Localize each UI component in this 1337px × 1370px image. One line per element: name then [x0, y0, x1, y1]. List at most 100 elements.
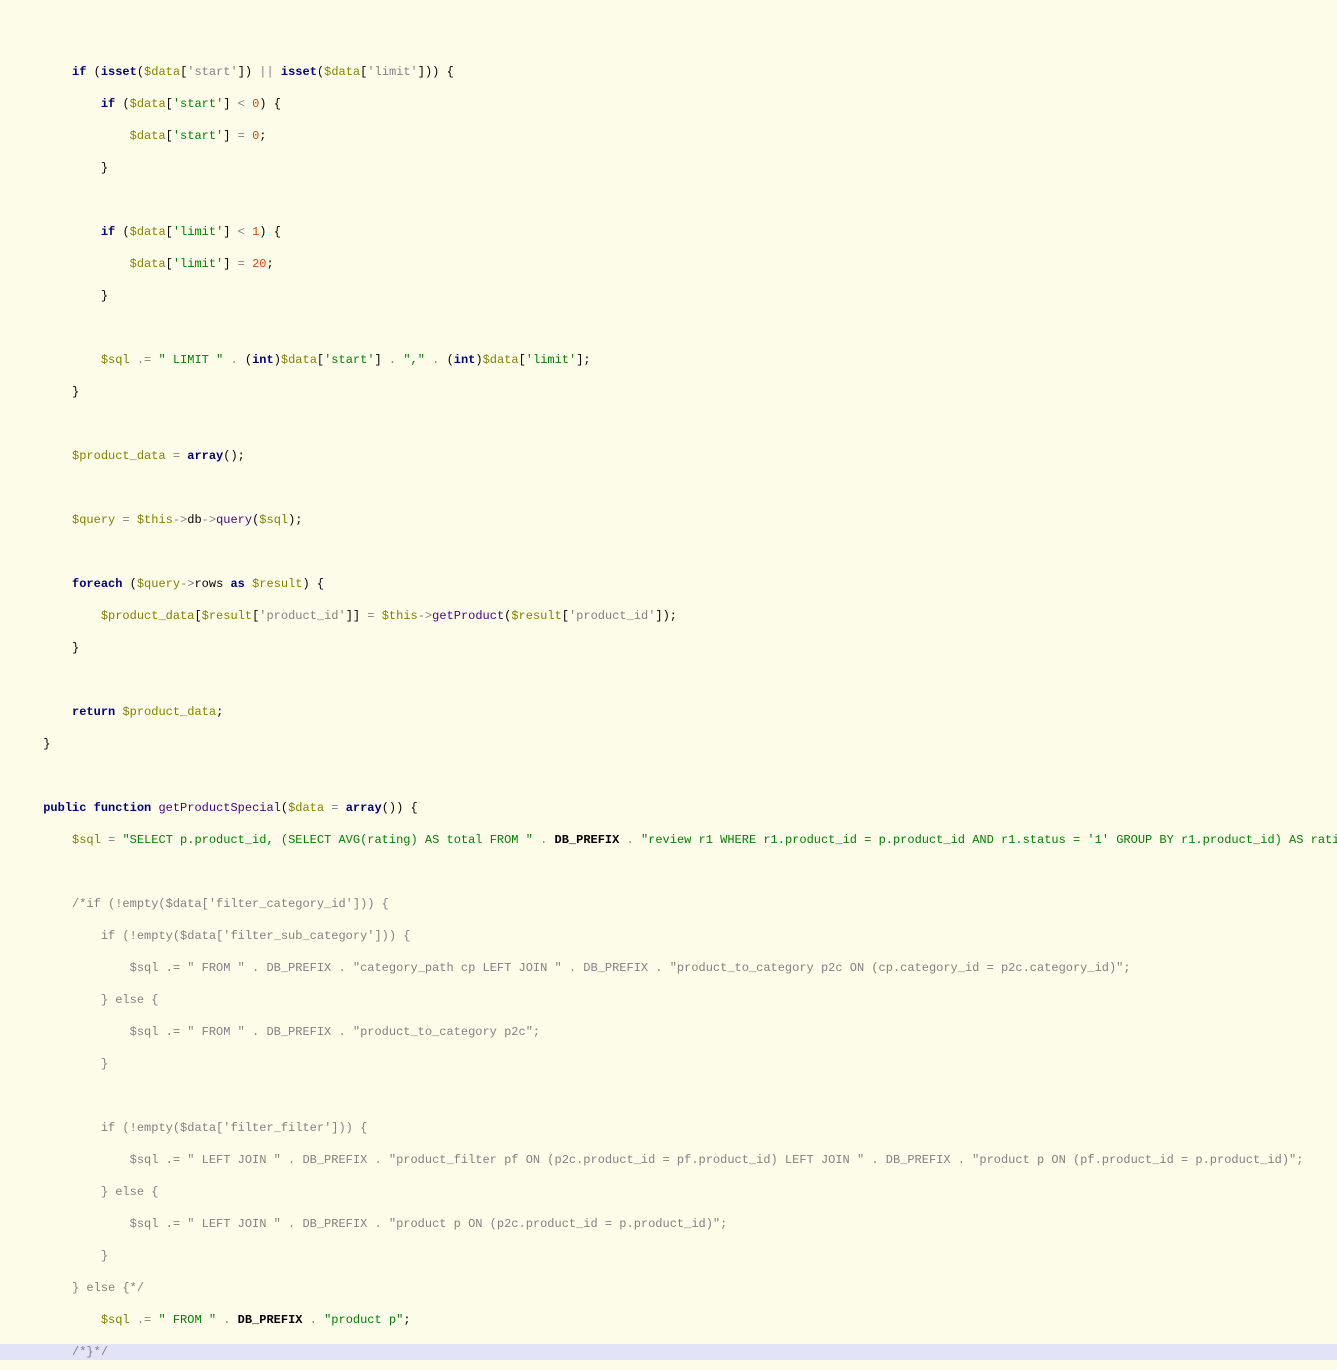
- code-line[interactable]: if (!empty($data['filter_sub_category'])…: [0, 928, 1337, 944]
- token-var: $product_data: [122, 705, 216, 719]
- code-line[interactable]: }: [0, 640, 1337, 656]
- code-line[interactable]: [0, 416, 1337, 432]
- token-pun: [: [562, 609, 569, 623]
- token-pun: [: [166, 225, 173, 239]
- code-line[interactable]: [0, 480, 1337, 496]
- token-pun: (: [447, 353, 454, 367]
- code-line[interactable]: } else {*/: [0, 1280, 1337, 1296]
- code-line[interactable]: $data['limit'] = 20;: [0, 256, 1337, 272]
- code-line[interactable]: $query = $this->db->query($sql);: [0, 512, 1337, 528]
- token-str: 'limit': [173, 225, 223, 239]
- code-line[interactable]: [0, 672, 1337, 688]
- token-func: getProduct: [432, 609, 504, 623]
- code-line[interactable]: if ($data['limit'] < 1) {: [0, 224, 1337, 240]
- code-line[interactable]: $sql .= " FROM " . DB_PREFIX . "product_…: [0, 1024, 1337, 1040]
- token-cmt: $sql .= " LEFT JOIN " . DB_PREFIX . "pro…: [130, 1153, 1304, 1167]
- token-op: .: [425, 353, 447, 367]
- code-editor[interactable]: if (isset($data['start']) || isset($data…: [0, 64, 1337, 1370]
- token-op: =: [230, 257, 252, 271]
- token-const: DB_PREFIX: [238, 1313, 303, 1327]
- token-kw: function: [94, 801, 152, 815]
- token-pun: ();: [223, 449, 245, 463]
- token-pun: (: [122, 97, 129, 111]
- token-op: .: [533, 833, 555, 847]
- code-line[interactable]: }: [0, 160, 1337, 176]
- token-idx: 'limit': [367, 65, 417, 79]
- code-line[interactable]: $data['start'] = 0;: [0, 128, 1337, 144]
- code-line[interactable]: $sql .= " FROM " . DB_PREFIX . "category…: [0, 960, 1337, 976]
- token-kw: int: [252, 353, 274, 367]
- code-line[interactable]: [0, 1088, 1337, 1104]
- token-func: query: [216, 513, 252, 527]
- token-cmt: /*}*/: [72, 1345, 108, 1359]
- code-line[interactable]: }: [0, 1056, 1337, 1072]
- token-pun: ]]: [346, 609, 360, 623]
- token-pun: (: [130, 577, 137, 591]
- code-line[interactable]: /*if (!empty($data['filter_category_id']…: [0, 896, 1337, 912]
- code-line[interactable]: }: [0, 384, 1337, 400]
- token-op: .: [619, 833, 641, 847]
- code-line[interactable]: $sql .= " LEFT JOIN " . DB_PREFIX . "pro…: [0, 1216, 1337, 1232]
- token-pun: ): [475, 353, 482, 367]
- code-line[interactable]: $sql .= " LIMIT " . (int)$data['start'] …: [0, 352, 1337, 368]
- token-cmt: } else {*/: [72, 1281, 144, 1295]
- token-var: $data: [483, 353, 519, 367]
- code-line[interactable]: /*}*/: [0, 1344, 1337, 1360]
- token-var: $data: [130, 129, 166, 143]
- token-cmt: if (!empty($data['filter_filter'])) {: [101, 1121, 367, 1135]
- code-line[interactable]: public function getProductSpecial($data …: [0, 800, 1337, 816]
- code-line[interactable]: if (isset($data['start']) || isset($data…: [0, 64, 1337, 80]
- token-pun: {: [439, 65, 453, 79]
- code-line[interactable]: }: [0, 1248, 1337, 1264]
- token-cmt: /*if (!empty($data['filter_category_id']…: [72, 897, 389, 911]
- code-line[interactable]: return $product_data;: [0, 704, 1337, 720]
- code-line[interactable]: if (!empty($data['filter_filter'])) {: [0, 1120, 1337, 1136]
- token-kw: int: [454, 353, 476, 367]
- token-pun: }: [43, 737, 50, 751]
- code-line[interactable]: [0, 544, 1337, 560]
- token-kw: if: [101, 225, 115, 239]
- token-pun: }: [72, 641, 79, 655]
- token-pun: ;: [216, 705, 223, 719]
- token-str: 'limit': [526, 353, 576, 367]
- token-pun: (: [122, 225, 129, 239]
- token-var: $result: [202, 609, 252, 623]
- token-var: $this: [382, 609, 418, 623]
- code-line[interactable]: if ($data['start'] < 0) {: [0, 96, 1337, 112]
- token-op: =: [101, 833, 123, 847]
- token-op: .: [382, 353, 404, 367]
- token-idx: 'start': [187, 65, 237, 79]
- token-pun: }: [101, 289, 108, 303]
- code-line[interactable]: }: [0, 736, 1337, 752]
- token-pun: (: [94, 65, 101, 79]
- token-str: 'limit': [173, 257, 223, 271]
- token-pun: ]);: [655, 609, 677, 623]
- code-line[interactable]: [0, 768, 1337, 784]
- code-line[interactable]: $sql = "SELECT p.product_id, (SELECT AVG…: [0, 832, 1337, 848]
- code-line[interactable]: foreach ($query->rows as $result) {: [0, 576, 1337, 592]
- token-cmt: }: [101, 1249, 108, 1263]
- token-pun: [: [519, 353, 526, 367]
- code-line[interactable]: [0, 192, 1337, 208]
- token-pun: ;: [259, 129, 266, 143]
- token-var: $query: [72, 513, 115, 527]
- token-prop: db: [187, 513, 201, 527]
- code-line[interactable]: } else {: [0, 992, 1337, 1008]
- token-func: getProductSpecial: [158, 801, 280, 815]
- code-line[interactable]: }: [0, 288, 1337, 304]
- token-pun: {: [403, 801, 417, 815]
- code-line[interactable]: [0, 864, 1337, 880]
- code-line[interactable]: [0, 320, 1337, 336]
- code-line[interactable]: $sql .= " LEFT JOIN " . DB_PREFIX . "pro…: [0, 1152, 1337, 1168]
- code-line[interactable]: $product_data = array();: [0, 448, 1337, 464]
- token-cmt: }: [101, 1057, 108, 1071]
- token-op: ->: [180, 577, 194, 591]
- token-pun: ): [259, 97, 266, 111]
- token-var: $this: [137, 513, 173, 527]
- code-line[interactable]: $sql .= " FROM " . DB_PREFIX . "product …: [0, 1312, 1337, 1328]
- code-line[interactable]: $product_data[$result['product_id']] = $…: [0, 608, 1337, 624]
- code-line[interactable]: } else {: [0, 1184, 1337, 1200]
- token-pun: ]): [238, 65, 252, 79]
- token-op: .: [302, 1313, 324, 1327]
- token-op: =: [324, 801, 346, 815]
